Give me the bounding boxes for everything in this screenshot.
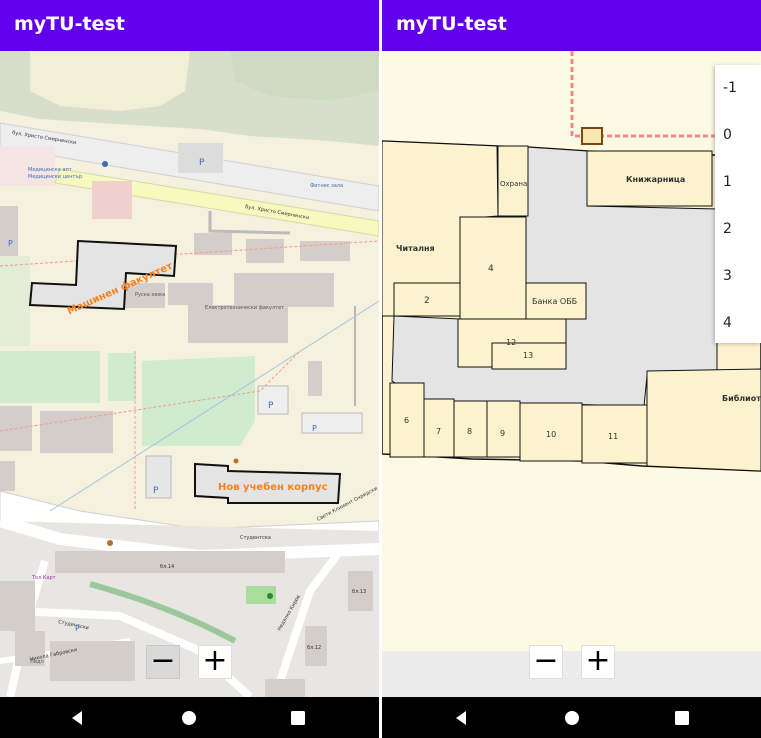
- pharmacy-icon: [102, 161, 108, 167]
- room-label: Читалня: [396, 244, 435, 253]
- system-nav-bar: [0, 697, 379, 738]
- parking-icon: P: [199, 158, 205, 168]
- outdoor-map-view[interactable]: Машинен факултет Нов учебен корпус бул. …: [0, 51, 379, 697]
- room-label: 2: [424, 296, 430, 306]
- floor-option[interactable]: 4: [723, 315, 732, 331]
- back-icon[interactable]: [66, 707, 88, 729]
- room-label: 7: [436, 427, 441, 436]
- zoom-in-button[interactable]: +: [198, 645, 232, 679]
- room-label: 11: [608, 432, 618, 441]
- app-title: myTU-test: [396, 13, 507, 35]
- playground-icon: [267, 593, 273, 599]
- entrance-marker: [581, 127, 603, 145]
- app-bar: myTU-test: [382, 0, 761, 51]
- poi-label: бл.13: [352, 589, 366, 595]
- zoom-in-button[interactable]: +: [581, 645, 615, 679]
- poi-label: бл.12: [307, 645, 321, 651]
- floor-option[interactable]: 1: [723, 174, 732, 190]
- parking-icon: P: [268, 401, 274, 411]
- parking-icon: P: [153, 486, 159, 496]
- street-label: Студентска: [240, 535, 271, 541]
- room-library: [646, 368, 761, 472]
- phone-screen-indoor-map: myTU-test Книжарница Охрана Читалня 4 2 …: [382, 0, 761, 738]
- room-label: Банка ОББ: [532, 297, 577, 306]
- floor-selector: -1 0 1 2 3 4: [715, 65, 761, 343]
- room-label: 13: [523, 351, 533, 360]
- home-icon[interactable]: [561, 707, 583, 729]
- poi-label: Медицински център: [28, 174, 82, 180]
- cafe-icon: [233, 458, 239, 464]
- poi-label: Електротехнически факултет: [205, 305, 284, 311]
- poi-label: Медицинска апт: [28, 167, 72, 173]
- recents-icon[interactable]: [287, 707, 309, 729]
- room-label: 10: [546, 430, 556, 439]
- app-title: myTU-test: [14, 13, 125, 35]
- room-label: Охрана: [500, 180, 527, 188]
- parking-icon: P: [8, 239, 13, 248]
- poi-label: Лидл: [30, 659, 44, 665]
- indoor-map-canvas[interactable]: Книжарница Охрана Читалня 4 2 Банка ОББ …: [382, 51, 761, 697]
- room-label: Библиоте: [722, 393, 761, 403]
- outdoor-map-canvas[interactable]: Машинен факултет Нов учебен корпус бул. …: [0, 51, 379, 697]
- floor-option[interactable]: 3: [723, 268, 732, 284]
- floor-option[interactable]: 0: [723, 127, 732, 143]
- recents-icon[interactable]: [671, 707, 693, 729]
- poi-label: Руска хижа: [135, 292, 165, 298]
- phone-screen-outdoor-map: myTU-test Машинен факултет Нов учебен ко…: [0, 0, 379, 738]
- parking-icon: P: [312, 424, 317, 433]
- room-label: 8: [467, 427, 472, 436]
- floor-option[interactable]: 2: [723, 221, 732, 237]
- parking-icon: P: [75, 624, 80, 633]
- cafe-icon: [107, 540, 113, 546]
- room-label: 12: [506, 338, 516, 347]
- room-label: 9: [500, 429, 505, 438]
- system-nav-bar: [382, 697, 761, 738]
- floor-option[interactable]: -1: [723, 80, 737, 96]
- poi-label: Тол Карт: [31, 575, 56, 581]
- home-icon[interactable]: [178, 707, 200, 729]
- room-label: 4: [488, 264, 494, 274]
- poi-label: Фитнес зала: [310, 183, 343, 189]
- indoor-map-view[interactable]: Книжарница Охрана Читалня 4 2 Банка ОББ …: [382, 51, 761, 697]
- new-building-label: Нов учебен корпус: [218, 481, 328, 493]
- zoom-out-button[interactable]: −: [146, 645, 180, 679]
- app-bar: myTU-test: [0, 0, 379, 51]
- room-label: 6: [404, 416, 409, 425]
- poi-label: бл.14: [160, 564, 174, 570]
- back-icon[interactable]: [450, 707, 472, 729]
- room-label: Книжарница: [626, 175, 685, 184]
- zoom-out-button[interactable]: −: [529, 645, 563, 679]
